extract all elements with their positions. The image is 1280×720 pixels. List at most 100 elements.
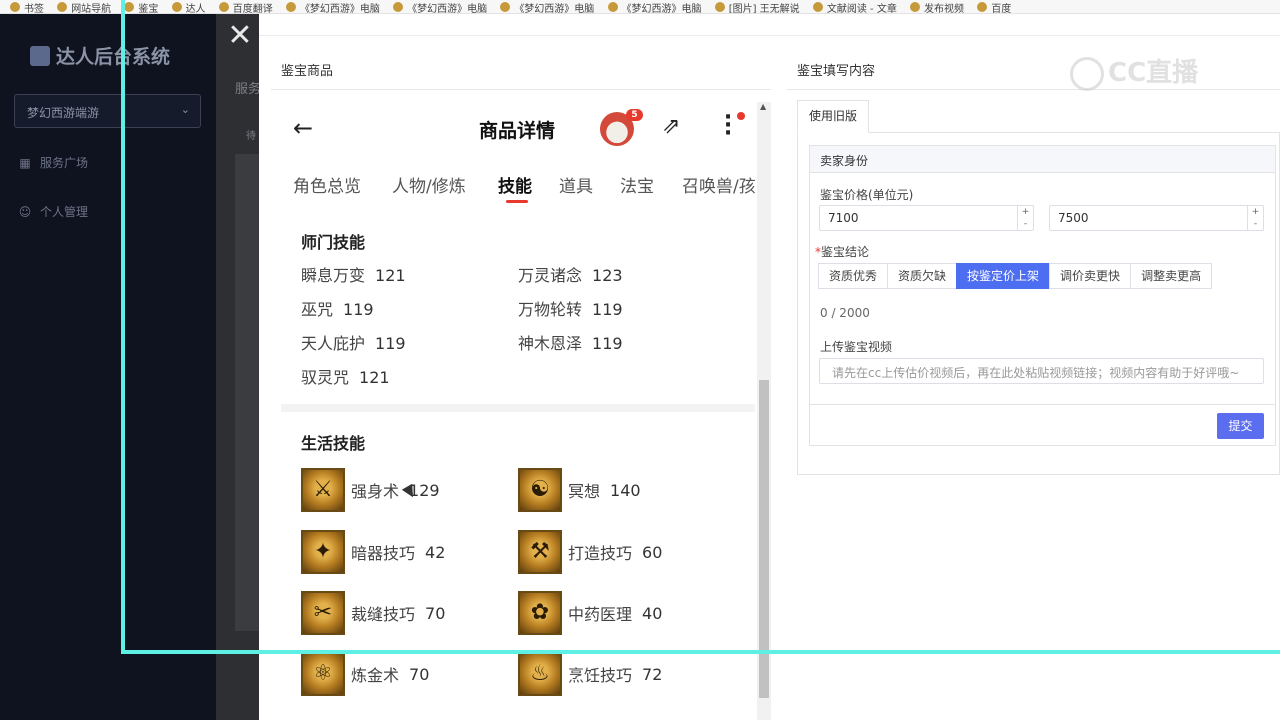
- life-skill-item: ✿ 中药医理 40: [518, 591, 662, 635]
- product-detail-view: ← 商品详情 5 ⇗ · · · 角色总览 人物/修炼 技能 道具 法宝 召唤兽/孩…: [281, 102, 771, 720]
- tab-use-old-version[interactable]: 使用旧版: [797, 100, 869, 133]
- group-title-life-skills: 生活技能: [301, 434, 366, 453]
- stepper-icon[interactable]: + -: [1247, 206, 1263, 230]
- price-min-input[interactable]: 7100 + -: [819, 205, 1034, 231]
- drawer-top-bar: [259, 14, 1280, 36]
- skill-item: 天人庇护 119: [301, 334, 406, 353]
- product-tabs: 角色总览 人物/修炼 技能 道具 法宝 召唤兽/孩: [281, 170, 755, 210]
- scroll-up-icon[interactable]: ▲: [760, 102, 766, 111]
- left-divider: [271, 89, 771, 90]
- active-tab-indicator: [506, 200, 528, 203]
- option-lacking[interactable]: 资质欠缺: [887, 263, 958, 289]
- cc-logo-icon: [1070, 56, 1104, 91]
- product-scrollbar[interactable]: ▲: [757, 102, 771, 720]
- price-max-input[interactable]: 7500 + -: [1049, 205, 1264, 231]
- share-icon[interactable]: ⇗: [662, 114, 680, 139]
- sidebar-item-service-plaza[interactable]: ▦ 服务广场: [18, 154, 88, 171]
- video-link-input[interactable]: 请先在cc上传估价视频后，再在此处粘贴视频链接；视频内容有助于好评哦~: [819, 358, 1264, 384]
- alchemy-skill-icon: ⚛: [301, 652, 345, 696]
- scroll-thumb[interactable]: [759, 380, 769, 698]
- bookmark-item[interactable]: [图片] 王无解说: [714, 0, 800, 13]
- seller-card-title: 卖家身份: [810, 146, 1275, 173]
- skill-item: 万物轮转 119: [518, 300, 623, 319]
- bookmark-item[interactable]: 文献阅读 - 文章: [812, 0, 897, 13]
- bookmarks-bar: 书签 网站导航 鉴宝 达人 百度翻译 《梦幻西游》电脑 《梦幻西游》电脑 《梦幻…: [0, 0, 1280, 14]
- game-icon: [607, 2, 618, 12]
- tab-treasure[interactable]: 法宝: [620, 172, 654, 197]
- dart-skill-icon: ✦: [301, 530, 345, 574]
- form-section-title: 鉴宝填写内容: [797, 64, 876, 79]
- logo-icon: [30, 45, 50, 66]
- life-skill-item: ♨ 烹饪技巧 72: [518, 652, 662, 696]
- life-skill-item: ✦ 暗器技巧 42: [301, 530, 445, 574]
- app-logo: 达人后台系统: [30, 42, 170, 69]
- skill-item: 万灵诸念 123: [518, 266, 623, 285]
- skill-item: 神木恩泽 119: [518, 334, 623, 353]
- watermark: CC直播: [1070, 52, 1198, 91]
- image-icon: [714, 2, 725, 12]
- admin-sidebar: 达人后台系统 梦幻西游端游 ⌄ ▦ 服务广场 ☺ 个人管理: [0, 14, 216, 720]
- more-vertical-icon[interactable]: · · ·: [721, 107, 735, 145]
- chevron-down-icon: ⌄: [180, 103, 190, 116]
- product-header: ← 商品详情 5 ⇗ · · ·: [281, 102, 755, 154]
- bookmark-item[interactable]: 达人: [171, 0, 206, 13]
- bookmark-item[interactable]: 《梦幻西游》电脑: [285, 0, 380, 13]
- video-label: 上传鉴宝视频: [820, 340, 893, 354]
- bookmark-item[interactable]: 鉴宝: [124, 0, 158, 13]
- tab-items[interactable]: 道具: [559, 172, 593, 197]
- bookmark-item[interactable]: 百度翻译: [218, 0, 273, 13]
- user-icon: ☺: [18, 204, 32, 219]
- option-excellent[interactable]: 资质优秀: [818, 263, 889, 289]
- product-title: 商品详情: [479, 120, 556, 142]
- skill-item: 瞬息万变 121: [301, 266, 406, 285]
- price-label: 鉴宝价格(单位元): [820, 188, 914, 202]
- page-icon: [218, 2, 229, 12]
- game-icon: [393, 2, 404, 12]
- herbal-skill-icon: ✿: [518, 591, 562, 635]
- sidebar-item-personal[interactable]: ☺ 个人管理: [18, 203, 88, 220]
- bookmark-item[interactable]: 书签: [10, 0, 44, 13]
- skill-item: 驭灵咒 121: [301, 368, 390, 387]
- group-title-school-skills: 师门技能: [301, 233, 366, 252]
- bookmark-item[interactable]: 网站导航: [57, 0, 111, 13]
- forging-skill-icon: ⚒: [518, 530, 562, 574]
- main-tab-label: 服务: [235, 82, 262, 97]
- life-skill-item: ⚒ 打造技巧 60: [518, 530, 662, 574]
- tab-overview[interactable]: 角色总览: [293, 172, 361, 197]
- submit-button[interactable]: 提交: [1217, 413, 1264, 439]
- bookmark-item[interactable]: 百度: [977, 0, 1011, 13]
- bookmark-item[interactable]: 《梦幻西游》电脑: [607, 0, 702, 13]
- strength-skill-icon: ⚔: [301, 468, 345, 512]
- tab-summons[interactable]: 召唤兽/孩: [682, 172, 755, 197]
- option-sell-faster[interactable]: 调价卖更快: [1049, 263, 1132, 289]
- option-list-at-appraisal[interactable]: 按鉴定价上架: [956, 263, 1051, 289]
- doc-icon: [812, 2, 823, 12]
- red-dot-indicator: [737, 112, 745, 120]
- star-icon: [10, 2, 20, 12]
- life-skill-item: ⚛ 炼金术 70: [301, 652, 429, 696]
- cooking-skill-icon: ♨: [518, 652, 562, 696]
- game-icon: [285, 2, 296, 12]
- tab-skills[interactable]: 技能: [498, 172, 532, 197]
- game-select[interactable]: 梦幻西游端游 ⌄: [14, 94, 201, 128]
- tailoring-skill-icon: ✂: [301, 591, 345, 635]
- main-column-label: 待: [246, 131, 256, 142]
- page-icon: [57, 2, 68, 12]
- life-skill-item: ☯ 冥想 140: [518, 468, 641, 512]
- tab-character[interactable]: 人物/修炼: [392, 172, 466, 197]
- right-divider: [787, 89, 1280, 90]
- life-skill-item: ⚔ 强身术 129: [301, 468, 440, 512]
- building-icon: ▦: [19, 155, 31, 170]
- video-icon: [910, 2, 921, 12]
- close-icon[interactable]: ✕: [225, 21, 255, 52]
- bookmark-item[interactable]: 发布视频: [910, 0, 964, 13]
- conclusion-label: *鉴宝结论: [815, 245, 870, 259]
- conclusion-segmented-control: 资质优秀 资质欠缺 按鉴定价上架 调价卖更快 调整卖更高: [818, 263, 1213, 289]
- back-arrow-icon[interactable]: ←: [293, 114, 313, 142]
- stepper-icon[interactable]: + -: [1017, 206, 1033, 230]
- card-footer-divider: [809, 404, 1276, 405]
- option-sell-higher[interactable]: 调整卖更高: [1130, 263, 1213, 289]
- meditation-skill-icon: ☯: [518, 468, 562, 512]
- bookmark-item[interactable]: 《梦幻西游》电脑: [500, 0, 594, 13]
- bookmark-item[interactable]: 《梦幻西游》电脑: [393, 0, 487, 13]
